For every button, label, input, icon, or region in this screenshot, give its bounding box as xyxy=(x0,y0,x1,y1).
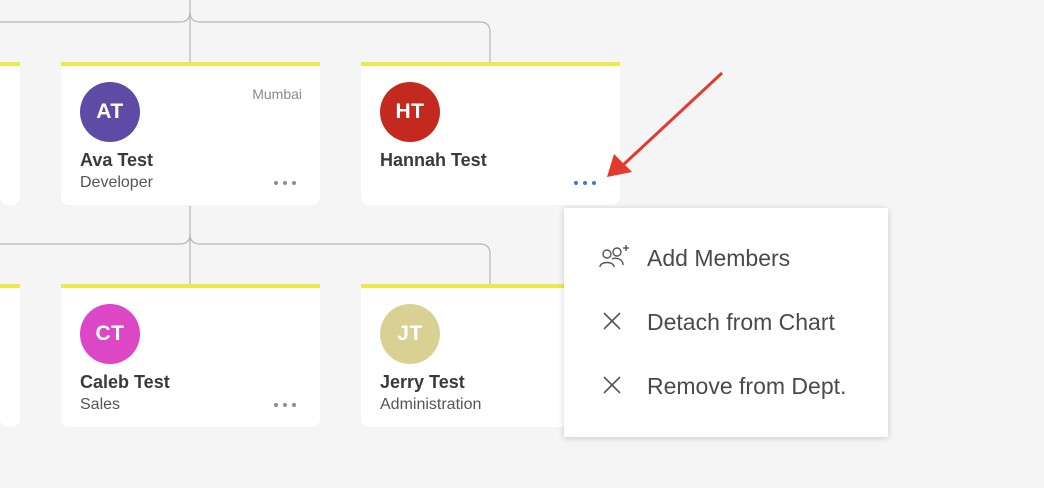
menu-item-add-members[interactable]: Add Members xyxy=(564,226,888,290)
member-name: Hannah Test xyxy=(380,150,487,170)
org-card-hannah-test[interactable]: HT Hannah Test xyxy=(361,62,620,205)
org-card-partial[interactable] xyxy=(0,284,20,427)
org-card-partial[interactable] xyxy=(0,62,20,205)
member-role: Sales xyxy=(80,396,121,413)
org-card-ava-test[interactable]: AT Mumbai Ava Test Developer xyxy=(61,62,320,205)
add-members-icon xyxy=(598,244,630,272)
more-options-icon[interactable] xyxy=(274,401,296,409)
close-icon xyxy=(598,308,630,336)
member-name: Jerry Test xyxy=(380,372,465,392)
org-card-caleb-test[interactable]: CT Caleb Test Sales xyxy=(61,284,320,427)
avatar: HT xyxy=(380,82,440,142)
member-role: Developer xyxy=(80,174,153,191)
menu-item-label: Detach from Chart xyxy=(647,308,835,335)
more-options-icon[interactable] xyxy=(274,179,296,187)
menu-item-remove-from-dept[interactable]: Remove from Dept. xyxy=(564,354,888,418)
member-role: Administration xyxy=(380,396,482,413)
menu-item-label: Add Members xyxy=(647,244,791,271)
avatar: JT xyxy=(380,304,440,364)
location-label: Mumbai xyxy=(252,86,302,102)
close-icon xyxy=(598,372,630,400)
menu-item-label: Remove from Dept. xyxy=(647,372,847,399)
avatar: CT xyxy=(80,304,140,364)
member-name: Caleb Test xyxy=(80,372,170,392)
menu-item-detach-from-chart[interactable]: Detach from Chart xyxy=(564,290,888,354)
more-options-icon[interactable] xyxy=(574,179,596,187)
avatar: AT xyxy=(80,82,140,142)
member-name: Ava Test xyxy=(80,150,154,170)
context-menu: Add Members Detach from Chart Remove fro… xyxy=(564,208,888,437)
